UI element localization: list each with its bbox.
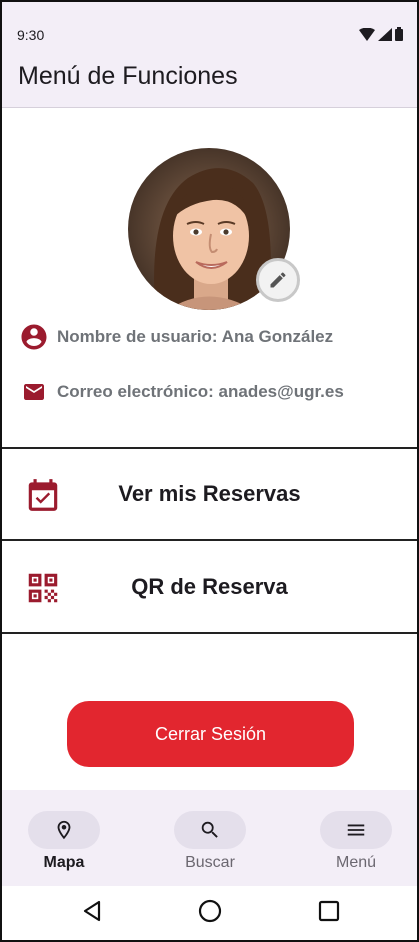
view-reservations-row[interactable]: Ver mis Reservas	[2, 449, 417, 541]
view-reservations-label: Ver mis Reservas	[118, 481, 301, 506]
nav-item-menu[interactable]: Menú	[311, 811, 401, 872]
nav-item-mapa[interactable]: Mapa	[19, 811, 109, 872]
page-title: Menú de Funciones	[18, 62, 238, 90]
nav-label-menu: Menú	[335, 854, 377, 871]
system-navigation-bar	[2, 886, 417, 940]
home-button[interactable]	[195, 896, 225, 926]
email-text: Correo electrónico: anades@ugr.es	[57, 382, 344, 401]
pencil-icon	[270, 272, 286, 288]
cell-signal-icon	[378, 27, 392, 41]
recents-square-icon	[318, 900, 340, 922]
hamburger-menu-icon	[347, 824, 365, 836]
nav-pill-menu	[320, 811, 392, 849]
avatar-container	[128, 148, 300, 310]
nav-pill-mapa	[28, 811, 100, 849]
username-row: Nombre de usuario: Ana González	[19, 322, 333, 352]
status-icons	[359, 27, 403, 41]
app-screen: 9:30 Menú de Funciones Nombre de usuario…	[0, 0, 419, 942]
search-icon	[201, 821, 218, 838]
nav-item-buscar[interactable]: Buscar	[165, 811, 255, 872]
back-button[interactable]	[77, 896, 107, 926]
email-row: Correo electrónico: anades@ugr.es	[19, 380, 344, 404]
back-triangle-icon	[83, 900, 101, 922]
nav-pill-buscar	[174, 811, 246, 849]
profile-section: Nombre de usuario: Ana González Correo e…	[2, 108, 417, 449]
map-pin-icon	[57, 820, 71, 840]
nav-label-buscar: Buscar	[185, 854, 235, 871]
battery-icon	[395, 27, 403, 41]
bottom-navigation: Mapa Buscar Menú	[2, 790, 417, 886]
logout-button[interactable]: Cerrar Sesión	[67, 701, 354, 767]
nav-label-mapa: Mapa	[43, 854, 85, 871]
top-app-bar: 9:30 Menú de Funciones	[2, 2, 417, 108]
account-circle-icon	[21, 324, 47, 350]
qr-reservation-label: QR de Reserva	[131, 574, 288, 599]
wifi-icon	[359, 27, 375, 41]
username-text: Nombre de usuario: Ana González	[57, 327, 334, 346]
edit-avatar-button[interactable]	[256, 258, 300, 302]
email-icon	[24, 384, 44, 400]
qr-reservation-row[interactable]: QR de Reserva	[2, 542, 417, 634]
home-circle-icon	[198, 899, 222, 923]
recents-button[interactable]	[314, 896, 344, 926]
status-time: 9:30	[17, 27, 45, 43]
